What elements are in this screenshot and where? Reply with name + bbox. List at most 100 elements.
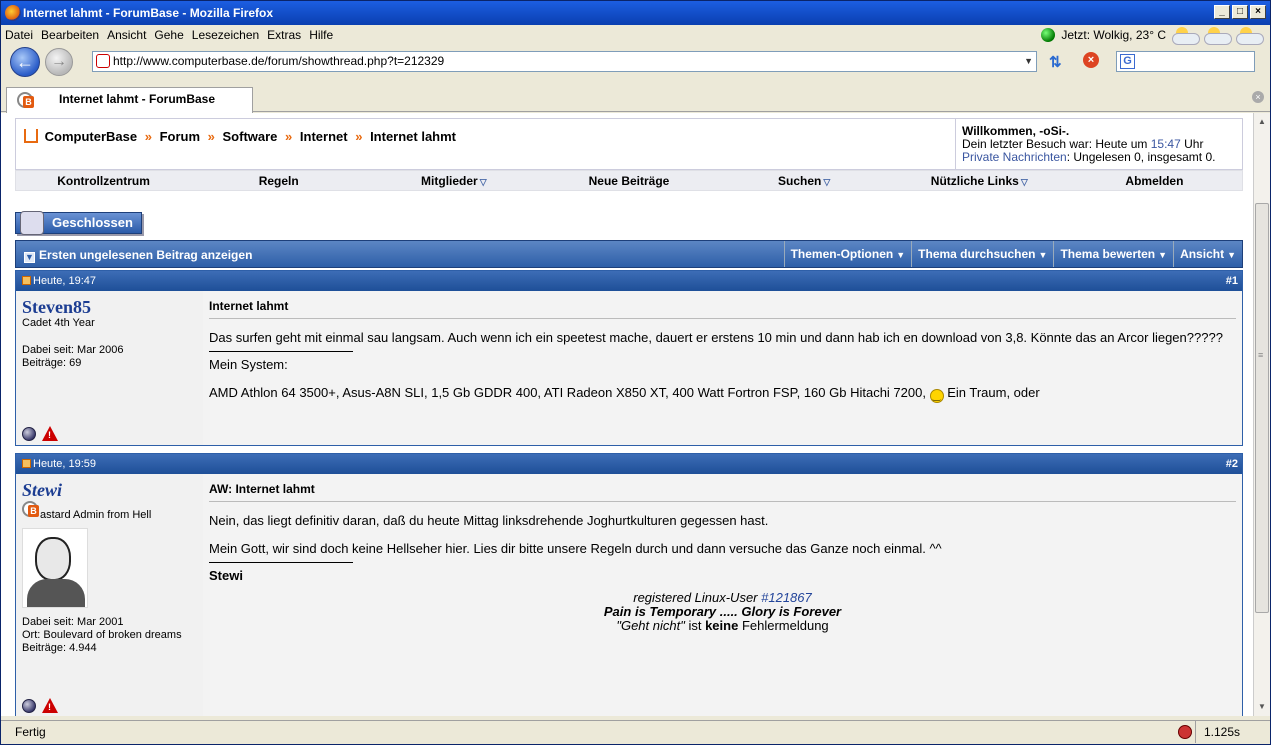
post-text: Mein Gott, wir sind doch keine Hellseher… — [209, 541, 942, 556]
user-title: Cadet 4th Year — [22, 317, 95, 329]
thread-rate-menu[interactable]: Thema bewerten ▼ — [1053, 241, 1173, 267]
username[interactable]: Steven85 — [22, 297, 197, 317]
signature-linux-label: registered Linux-User — [633, 590, 762, 605]
signature-fehler: Fehlermeldung — [738, 618, 829, 633]
thread-options-menu[interactable]: Themen-Optionen ▼ — [783, 241, 912, 267]
sunny-cloud-icon — [1236, 27, 1264, 45]
menu-lesezeichen[interactable]: Lesezeichen — [188, 28, 263, 42]
url-dropdown-icon[interactable]: ▼ — [1024, 52, 1033, 71]
user-location: Ort: Boulevard of broken dreams — [22, 629, 182, 641]
menu-gehe[interactable]: Gehe — [150, 28, 187, 42]
linux-user-link[interactable]: #121867 — [761, 590, 812, 605]
signature-keine: keine — [705, 618, 739, 633]
maximize-button[interactable]: □ — [1232, 5, 1248, 19]
search-box[interactable]: G — [1116, 51, 1255, 72]
vertical-scrollbar[interactable]: ▲ ≡ ▼ — [1253, 113, 1270, 716]
user-info: Stewi astard Admin from Hell Dabei seit:… — [16, 474, 203, 716]
thread-rate-label: Thema bewerten — [1060, 247, 1156, 261]
breadcrumb-software[interactable]: Software — [223, 129, 278, 144]
thread-view-label: Ansicht — [1180, 247, 1225, 261]
dropdown-arrow-icon: ▼ — [1038, 250, 1048, 260]
minimize-button[interactable]: _ — [1214, 5, 1230, 19]
nav-mitglieder-label: Mitglieder — [421, 173, 478, 188]
last-visit-suffix: Uhr — [1180, 137, 1204, 151]
username[interactable]: Stewi — [22, 480, 197, 500]
nav-regeln[interactable]: Regeln — [191, 174, 366, 188]
back-button[interactable]: ← — [10, 47, 40, 77]
stop-icon[interactable]: × — [1083, 52, 1099, 68]
breadcrumb-computerbase[interactable]: ComputerBase — [45, 129, 137, 144]
post-date: Heute, 19:59 — [33, 458, 96, 470]
signature-name: Stewi — [209, 568, 243, 583]
tab-active[interactable]: Internet lahmt - ForumBase — [6, 87, 253, 113]
user-title-row: astard Admin from Hell — [22, 500, 197, 522]
signature-label: Mein System: — [209, 357, 288, 372]
post-number[interactable]: #2 — [1226, 454, 1238, 474]
post-number[interactable]: #1 — [1226, 271, 1238, 291]
dropdown-arrow-icon: ▼ — [896, 250, 906, 260]
menu-bearbeiten[interactable]: Bearbeiten — [37, 28, 103, 42]
breadcrumb-separator: » — [144, 129, 152, 144]
scroll-up-icon[interactable]: ▲ — [1255, 115, 1269, 129]
partly-cloudy-icon — [1172, 27, 1200, 45]
closed-thread-button[interactable]: Geschlossen — [15, 211, 142, 235]
nav-nuetzliche-links[interactable]: Nützliche Links ▽ — [892, 174, 1067, 188]
dropdown-arrow-icon: ▼ — [1158, 250, 1168, 260]
private-messages-link[interactable]: Private Nachrichten — [962, 150, 1067, 164]
post-header: Heute, 19:47 #1 — [16, 271, 1242, 291]
tab-label: Internet lahmt - ForumBase — [59, 92, 216, 106]
signature-divider — [209, 351, 353, 352]
site-favicon-icon — [96, 54, 110, 68]
tab-close-icon[interactable]: × — [1252, 91, 1264, 103]
report-post-icon[interactable] — [42, 426, 58, 442]
reload-icon[interactable]: ⇅ — [1049, 53, 1062, 71]
first-unread-link[interactable]: ▼ Ersten ungelesenen Beitrag anzeigen — [24, 248, 252, 263]
menu-hilfe[interactable]: Hilfe — [305, 28, 337, 42]
post-title: AW: Internet lahmt — [209, 482, 1236, 502]
nav-nuetzliche-links-label: Nützliche Links — [930, 173, 1019, 188]
load-time: 1.125s — [1194, 721, 1240, 743]
closed-label: Geschlossen — [52, 215, 133, 230]
home-icon[interactable] — [24, 129, 38, 143]
post-text: Das surfen geht mit einmal sau langsam. … — [209, 330, 1223, 345]
user-joined: Dabei seit: Mar 2006 — [22, 344, 124, 356]
close-button[interactable]: × — [1250, 5, 1266, 19]
breadcrumb-internet[interactable]: Internet — [300, 129, 348, 144]
post-date: Heute, 19:47 — [33, 275, 96, 287]
status-addon-icon[interactable] — [1178, 725, 1192, 739]
nav-kontrollzentrum[interactable]: Kontrollzentrum — [16, 174, 191, 188]
weather-text: Jetzt: Wolkig, 23° C — [1061, 28, 1166, 42]
menu-datei[interactable]: Datei — [1, 28, 37, 42]
signature-specs: AMD Athlon 64 3500+, Asus-A8N SLI, 1,5 G… — [209, 385, 926, 400]
menu-ansicht[interactable]: Ansicht — [103, 28, 150, 42]
navigation-toolbar: ← → http://www.computerbase.de/forum/sho… — [1, 45, 1270, 79]
signature-motto: Pain is Temporary ..... Glory is Forever — [603, 604, 842, 619]
user-title: astard Admin from Hell — [40, 509, 152, 521]
title-bar: Internet lahmt - ForumBase - Mozilla Fir… — [1, 1, 1270, 25]
first-unread-label: Ersten ungelesenen Beitrag anzeigen — [39, 248, 253, 262]
signature-text: AMD Athlon 64 3500+, Asus-A8N SLI, 1,5 G… — [209, 386, 1236, 403]
scroll-down-icon[interactable]: ▼ — [1255, 700, 1269, 714]
dropdown-arrow-icon: ▽ — [1020, 176, 1028, 187]
thread-search-menu[interactable]: Thema durchsuchen ▼ — [911, 241, 1053, 267]
thread-view-menu[interactable]: Ansicht ▼ — [1173, 241, 1242, 267]
post-icon — [22, 459, 31, 468]
forward-button[interactable]: → — [45, 48, 73, 76]
nav-suchen-label: Suchen — [778, 173, 822, 188]
user-joined: Dabei seit: Mar 2001 — [22, 616, 124, 628]
url-text: http://www.computerbase.de/forum/showthr… — [113, 54, 445, 68]
weather-widget[interactable]: Jetzt: Wolkig, 23° C — [1041, 25, 1264, 45]
nav-mitglieder[interactable]: Mitglieder ▽ — [366, 174, 541, 188]
breadcrumb-forum[interactable]: Forum — [160, 129, 200, 144]
nav-abmelden[interactable]: Abmelden — [1067, 174, 1242, 188]
nav-suchen[interactable]: Suchen ▽ — [717, 174, 892, 188]
report-post-icon[interactable] — [42, 698, 58, 714]
online-status-icon — [22, 426, 36, 441]
dropdown-arrow-icon: ▼ — [1227, 250, 1236, 260]
url-bar[interactable]: http://www.computerbase.de/forum/showthr… — [92, 51, 1037, 72]
menu-extras[interactable]: Extras — [263, 28, 305, 42]
computerbase-logo-icon — [17, 91, 35, 109]
scrollbar-thumb[interactable] — [1255, 203, 1269, 613]
nav-neue-beitraege[interactable]: Neue Beiträge — [541, 174, 716, 188]
avatar — [22, 528, 88, 608]
